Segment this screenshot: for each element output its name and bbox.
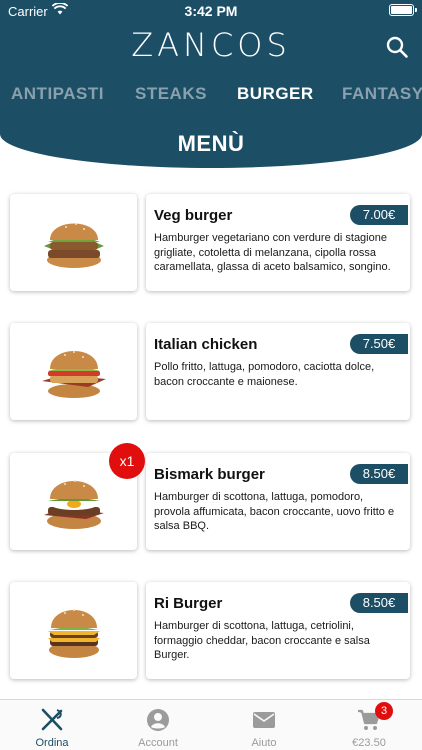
product-name: Ri Burger (154, 595, 223, 612)
mail-icon (253, 712, 275, 728)
product-description: Pollo fritto, lattuga, pomodoro, caciott… (154, 361, 375, 388)
tab-ordina[interactable]: Ordina (12, 700, 92, 750)
section-title: MENÙ (177, 131, 245, 156)
product-thumbnail[interactable] (10, 582, 137, 679)
product-name: Bismark burger (154, 466, 265, 483)
price-badge: 7.00€ (350, 205, 408, 225)
app-header: Carrier 3:42 PM ZANCOS ANTIPASTI STEAKS … (0, 0, 422, 168)
ri-burger-image (48, 609, 100, 658)
bottom-tab-bar: Ordina Account Aiuto 3 €23.50 (0, 699, 422, 750)
veg-burger-image (44, 223, 104, 268)
list-item[interactable]: Veg burger 7.00€ Hamburger vegetariano c… (0, 194, 422, 292)
account-icon (147, 709, 169, 731)
product-card[interactable]: Veg burger 7.00€ Hamburger vegetariano c… (146, 194, 410, 291)
list-item[interactable]: Bismark burger 8.50€ Hamburger di scotto… (0, 443, 422, 551)
price-badge: 7.50€ (350, 334, 408, 354)
tab-label: Ordina (35, 737, 69, 749)
product-card[interactable]: Ri Burger 8.50€ Hamburger di scottona, l… (146, 582, 410, 679)
list-item[interactable]: Italian chicken 7.50€ Pollo fritto, latt… (0, 323, 422, 421)
clock: 3:42 PM (184, 3, 238, 19)
battery-icon (389, 4, 417, 16)
product-description: Hamburger vegetariano con verdure di sta… (154, 232, 391, 273)
list-item[interactable]: Ri Burger 8.50€ Hamburger di scottona, l… (0, 582, 422, 680)
product-name: Italian chicken (154, 336, 258, 353)
tab-label: Aiuto (251, 737, 277, 749)
chicken-burger-image (42, 351, 106, 398)
price-badge: 8.50€ (350, 593, 408, 613)
product-thumbnail[interactable] (10, 194, 137, 291)
bismark-burger-image (44, 480, 104, 529)
price-badge: 8.50€ (350, 464, 408, 484)
tab-steaks[interactable]: STEAKS (135, 84, 207, 104)
tab-antipasti[interactable]: ANTIPASTI (11, 84, 104, 104)
tab-cart[interactable]: 3 €23.50 (329, 700, 409, 750)
tab-label: Account (138, 737, 178, 749)
product-name: Veg burger (154, 207, 233, 224)
cart-total: €23.50 (352, 737, 386, 749)
quantity-badge: x1 (109, 443, 145, 479)
status-bar: Carrier 3:42 PM (0, 0, 422, 22)
category-tabs: ANTIPASTI STEAKS BURGER FANTASY (0, 84, 422, 108)
search-icon[interactable] (385, 35, 409, 59)
tab-aiuto[interactable]: Aiuto (224, 700, 304, 750)
product-card[interactable]: Bismark burger 8.50€ Hamburger di scotto… (146, 453, 410, 550)
product-card[interactable]: Italian chicken 7.50€ Pollo fritto, latt… (146, 323, 410, 420)
tab-fantasy[interactable]: FANTASY (342, 84, 422, 104)
product-description: Hamburger di scottona, lattuga, pomodoro… (154, 491, 395, 532)
app-logo: ZANCOS (131, 26, 291, 64)
product-thumbnail[interactable] (10, 323, 137, 420)
fork-knife-icon (41, 708, 63, 731)
cart-count-badge: 3 (375, 702, 393, 720)
tab-account[interactable]: Account (118, 700, 198, 750)
tab-burger[interactable]: BURGER (237, 84, 314, 104)
product-description: Hamburger di scottona, lattuga, cetrioli… (154, 620, 370, 661)
